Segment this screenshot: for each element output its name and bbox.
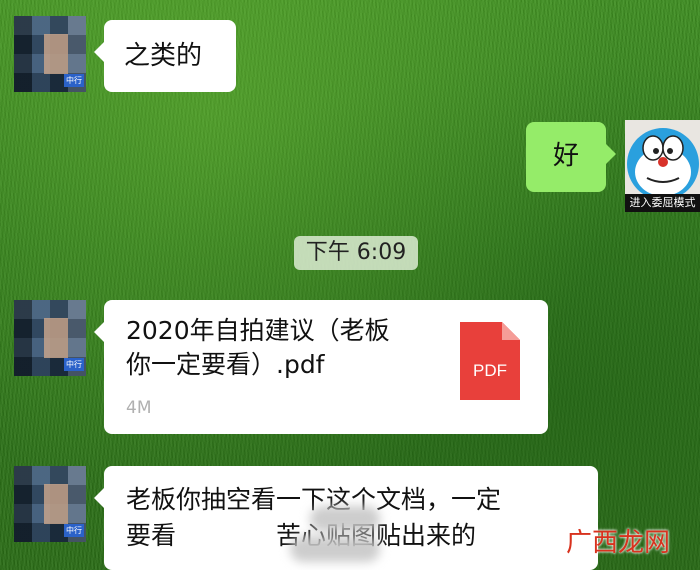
redaction-blur [310,506,380,532]
message-text: 好 [552,141,579,171]
message-bubble-incoming[interactable]: 之类的 [94,20,236,92]
message-text: 之类的 [124,41,203,71]
avatar-face [44,34,68,74]
contact-avatar[interactable]: 中行 [14,300,86,376]
file-size: 4M [126,398,152,418]
avatar-face [44,484,68,524]
self-avatar[interactable]: 进入委屈模式 [625,120,700,212]
pdf-icon-label: PDF [473,361,507,380]
watermark-logo: 广西龙网 [566,528,671,558]
message-bubble-outgoing[interactable]: 好 [526,122,616,192]
message-text-fragment: 要看 [126,521,177,550]
file-message-card[interactable]: 2020年自拍建议（老板 你一定要看）.pdf 4M PDF [94,300,548,434]
avatar-tag: 中行 [64,524,84,537]
avatar-tag: 中行 [64,74,84,87]
file-name: 2020年自拍建议（老板 你一定要看）.pdf [126,314,436,382]
avatar-face [44,318,68,358]
doraemon-icon [627,128,699,200]
avatar-tag: 中行 [64,358,84,371]
contact-avatar[interactable]: 中行 [14,16,86,92]
file-name-line: 你一定要看）.pdf [126,350,325,379]
redaction-blur [290,536,380,562]
file-name-line: 2020年自拍建议（老板 [126,316,390,345]
message-bubble-incoming[interactable]: 老板你抽空看一下这个文档，一定 要看 苦心贴图贴出来的 [94,466,598,570]
timestamp-badge: 下午 6:09 [294,236,418,270]
avatar-caption: 进入委屈模式 [625,194,700,212]
pdf-icon: PDF [460,322,520,400]
contact-avatar[interactable]: 中行 [14,466,86,542]
